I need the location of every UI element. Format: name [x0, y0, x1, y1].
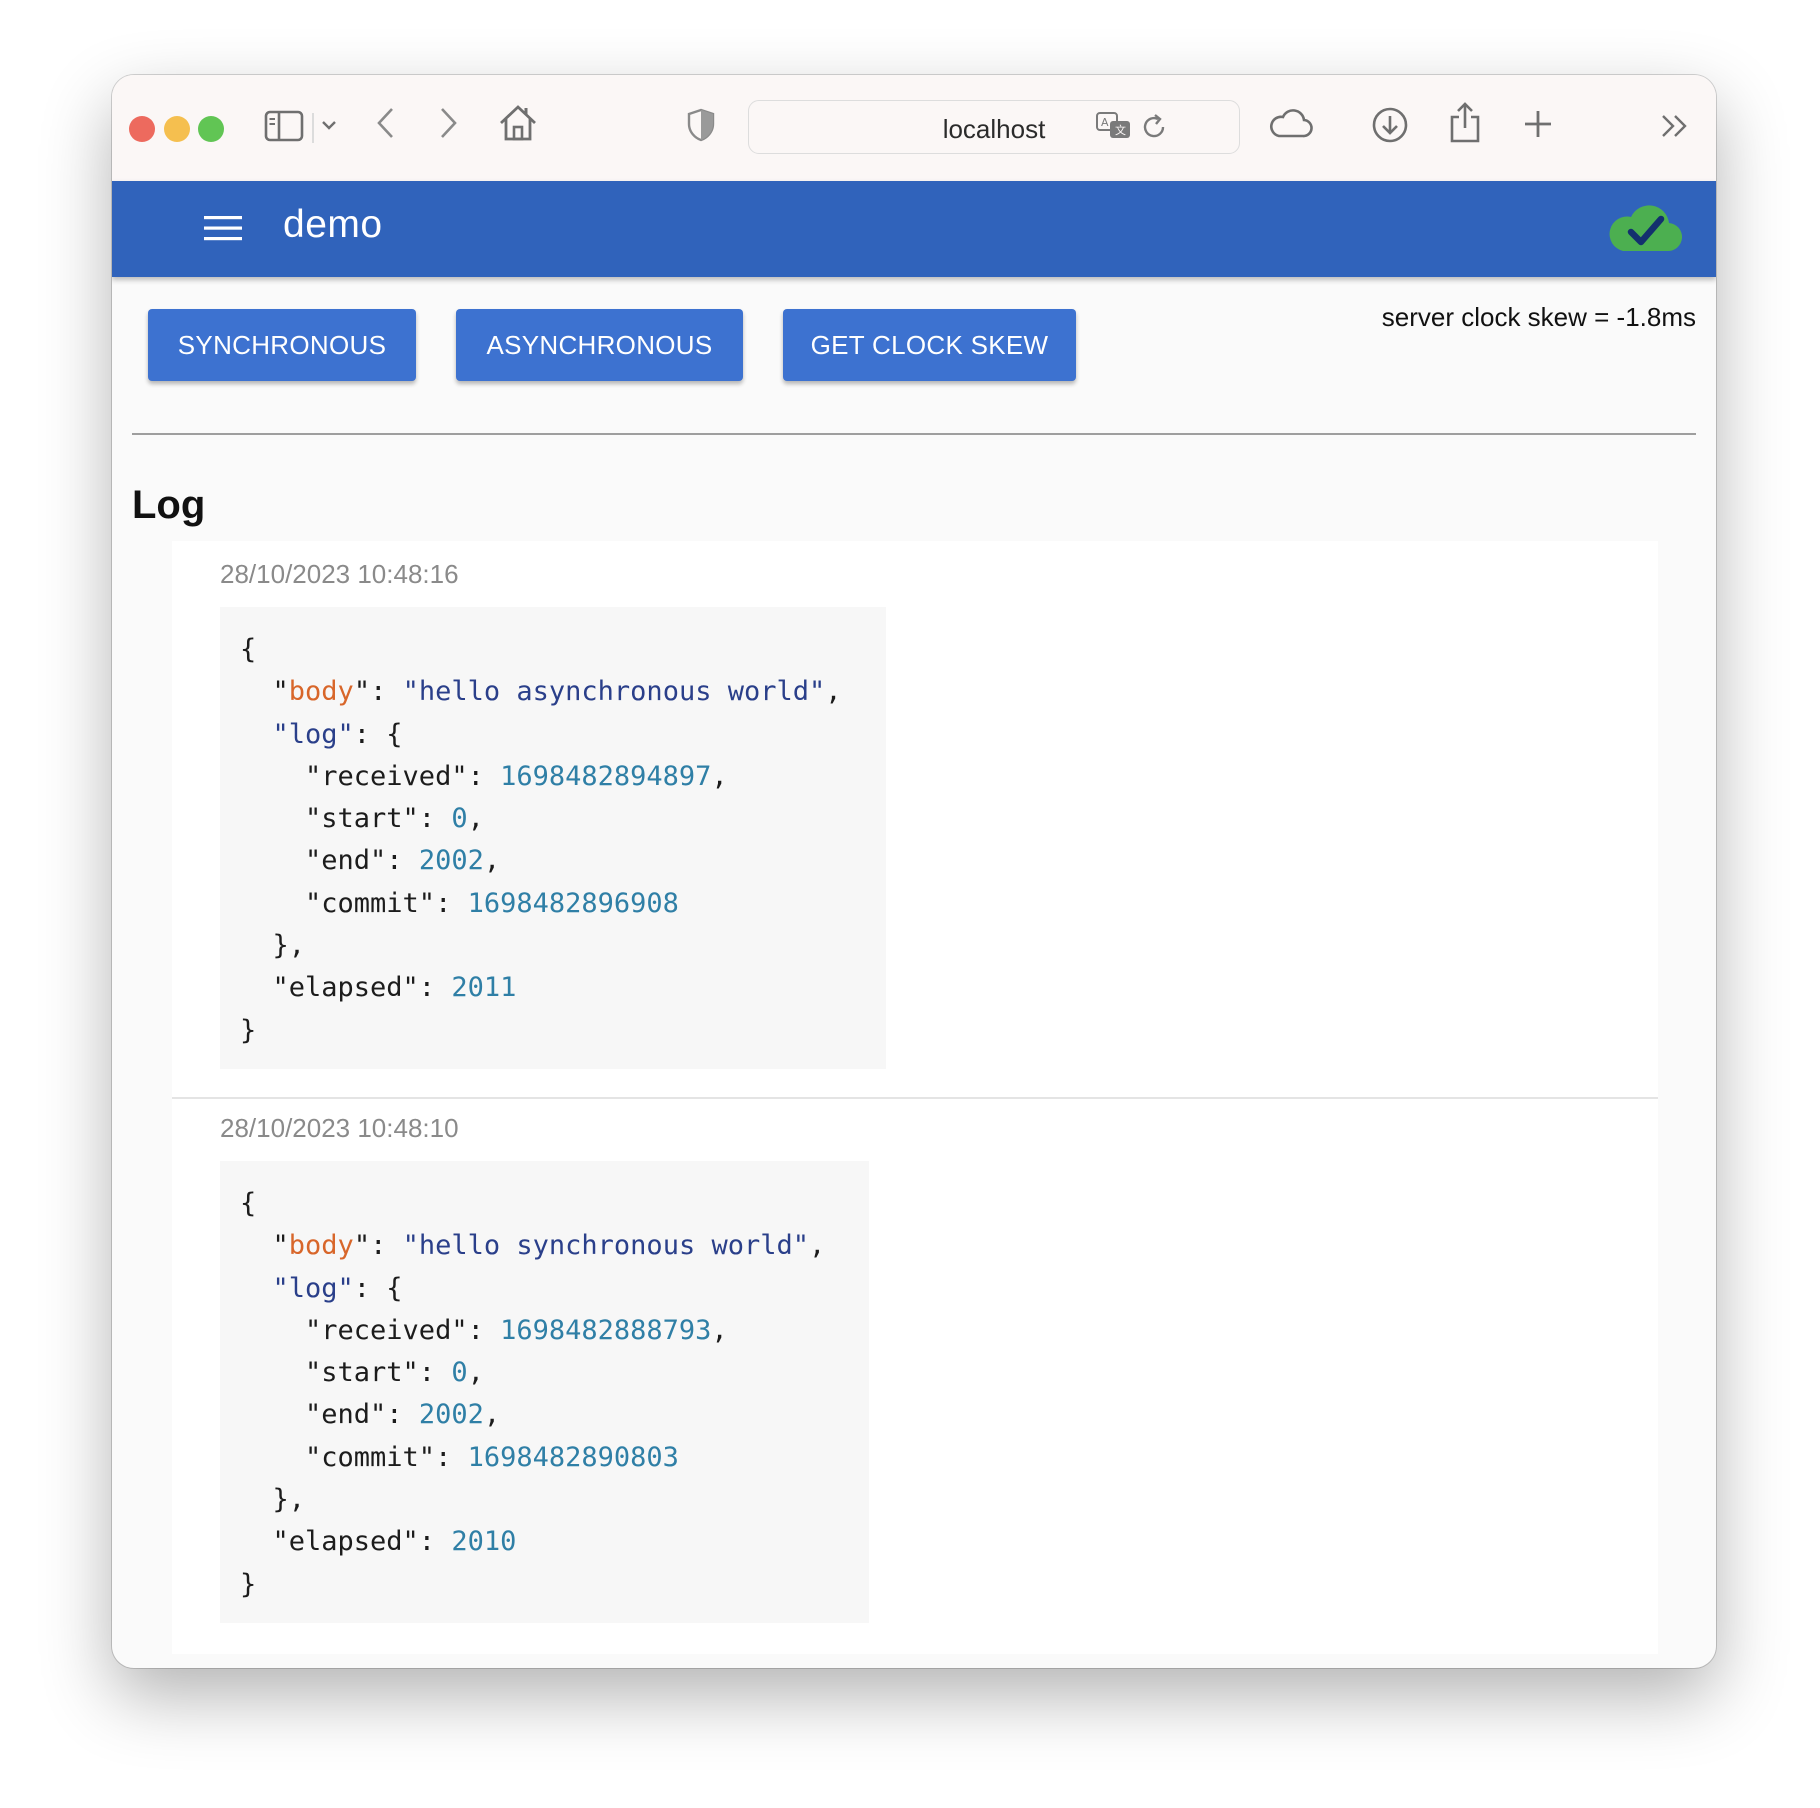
new-tab-icon[interactable]	[1522, 108, 1554, 140]
log-entry-timestamp: 28/10/2023 10:48:16	[220, 559, 459, 589]
downloads-icon[interactable]	[1371, 106, 1409, 144]
log-entry-divider	[172, 1097, 1658, 1099]
menu-icon[interactable]	[204, 215, 242, 241]
get-clock-skew-button[interactable]: GET CLOCK SKEW	[783, 309, 1076, 381]
address-bar[interactable]: localhost A文	[748, 100, 1240, 154]
svg-text:A: A	[1101, 116, 1109, 129]
sidebar-icon[interactable]	[264, 110, 304, 142]
maximize-window-button[interactable]	[198, 116, 224, 142]
cloud-check-icon[interactable]	[1609, 201, 1683, 253]
forward-arrow-icon[interactable]	[438, 105, 460, 141]
clock-skew-readout: server clock skew = -1.8ms	[1381, 302, 1696, 332]
browser-toolbar: localhost A文	[112, 75, 1716, 181]
app-bar: demo	[112, 181, 1716, 277]
more-chevrons-icon[interactable]	[1660, 113, 1690, 139]
share-icon[interactable]	[1447, 101, 1483, 145]
icloud-icon[interactable]	[1267, 108, 1313, 140]
translate-icon[interactable]: A文	[1095, 111, 1133, 141]
asynchronous-button[interactable]: ASYNCHRONOUS	[456, 309, 743, 381]
section-divider	[132, 433, 1696, 435]
minimize-window-button[interactable]	[164, 116, 190, 142]
log-entry-json: { "body": "hello asynchronous world", "l…	[220, 607, 886, 1069]
log-entry-timestamp: 28/10/2023 10:48:10	[220, 1113, 459, 1143]
back-arrow-icon[interactable]	[374, 105, 396, 141]
reload-icon[interactable]	[1139, 112, 1169, 142]
log-entry-json: { "body": "hello synchronous world", "lo…	[220, 1161, 869, 1623]
chevron-down-icon[interactable]	[321, 119, 337, 131]
toolbar-separator	[312, 113, 314, 143]
close-window-button[interactable]	[129, 116, 155, 142]
browser-window: localhost A文 demo SYNCHRONOUS ASYNCHRONO…	[112, 75, 1716, 1668]
home-icon[interactable]	[498, 103, 538, 143]
synchronous-button[interactable]: SYNCHRONOUS	[148, 309, 416, 381]
log-list: 28/10/2023 10:48:16 { "body": "hello asy…	[172, 541, 1658, 1654]
log-heading: Log	[132, 483, 206, 527]
svg-text:文: 文	[1115, 123, 1126, 137]
privacy-shield-icon[interactable]	[687, 108, 715, 142]
app-title: demo	[283, 203, 383, 246]
